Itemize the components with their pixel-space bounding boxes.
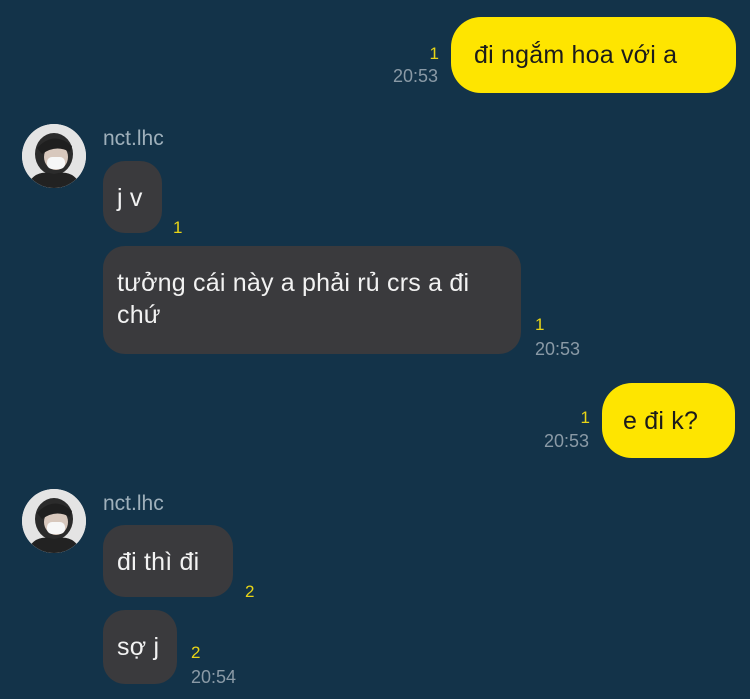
profile-photo-icon <box>22 489 86 553</box>
unread-count: 2 <box>245 582 255 601</box>
incoming-message-bubble[interactable]: tưởng cái này a phải rủ crs a đi chứ <box>103 246 521 354</box>
message-text: sợ j <box>117 633 160 661</box>
unread-count: 1 <box>429 44 439 63</box>
message-text: e đi k? <box>623 407 699 435</box>
avatar[interactable] <box>22 124 86 188</box>
profile-photo-icon <box>22 124 86 188</box>
unread-count: 2 <box>191 643 201 662</box>
message-timestamp: 20:53 <box>392 66 438 86</box>
message-text: j v <box>117 184 143 212</box>
sender-name: nct.lhc <box>103 492 164 515</box>
message-text: tưởng cái này a phải rủ crs a đi chứ <box>117 269 470 329</box>
unread-count: 1 <box>580 408 590 427</box>
message-timestamp: 20:53 <box>535 339 581 359</box>
incoming-message-bubble[interactable]: sợ j <box>103 610 177 684</box>
unread-count: 1 <box>535 315 545 334</box>
outgoing-message-bubble[interactable]: e đi k? <box>602 383 735 458</box>
incoming-message-bubble[interactable]: j v <box>103 161 162 233</box>
sender-name: nct.lhc <box>103 127 164 150</box>
incoming-message-bubble[interactable]: đi thì đi <box>103 525 233 597</box>
avatar[interactable] <box>22 489 86 553</box>
message-text: đi thì đi <box>117 548 200 576</box>
message-timestamp: 20:53 <box>543 431 589 451</box>
message-text: đi ngắm hoa với a <box>474 41 678 69</box>
message-timestamp: 20:54 <box>191 667 237 687</box>
outgoing-message-bubble[interactable]: đi ngắm hoa với a <box>451 17 736 93</box>
unread-count: 1 <box>173 218 183 237</box>
